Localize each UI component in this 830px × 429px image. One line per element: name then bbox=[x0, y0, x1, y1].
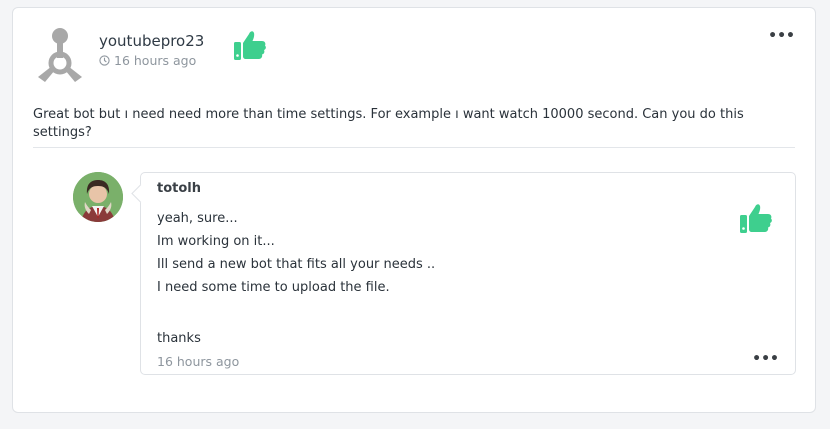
post-body-text: Great bot but ı need need more than time… bbox=[33, 107, 744, 140]
reply-signoff: thanks bbox=[157, 331, 201, 346]
clock-icon bbox=[99, 55, 110, 66]
thumbs-up-icon bbox=[740, 204, 772, 233]
reply-body: yeah, sure... Im working on it... Ill se… bbox=[157, 207, 435, 299]
post-time-text: 16 hours ago bbox=[114, 53, 197, 68]
default-avatar-icon[interactable] bbox=[35, 26, 85, 84]
reply-like-button[interactable] bbox=[739, 201, 773, 235]
reply-line: Ill send a new bot that fits all your ne… bbox=[157, 257, 436, 272]
post-timestamp: 16 hours ago bbox=[99, 53, 196, 68]
reply-card: totolh yeah, sure... Im working on it...… bbox=[140, 172, 796, 375]
divider bbox=[33, 147, 795, 148]
comment-card: youtubepro23 16 hours ago ••• Great bot … bbox=[12, 7, 816, 413]
like-button[interactable] bbox=[233, 28, 267, 62]
reply-author-name[interactable]: totolh bbox=[157, 181, 201, 196]
thumbs-up-icon bbox=[234, 31, 266, 60]
post-author-name[interactable]: youtubepro23 bbox=[99, 32, 204, 50]
reply-line: Im working on it... bbox=[157, 234, 275, 249]
reply-author-avatar[interactable] bbox=[73, 172, 123, 222]
reply-timestamp: 16 hours ago bbox=[157, 354, 240, 369]
reply-line: yeah, sure... bbox=[157, 211, 238, 226]
reply-line: I need some time to upload the file. bbox=[157, 280, 390, 295]
post-more-options-icon[interactable]: ••• bbox=[768, 28, 795, 44]
reply-more-options-icon[interactable]: ••• bbox=[752, 351, 779, 367]
